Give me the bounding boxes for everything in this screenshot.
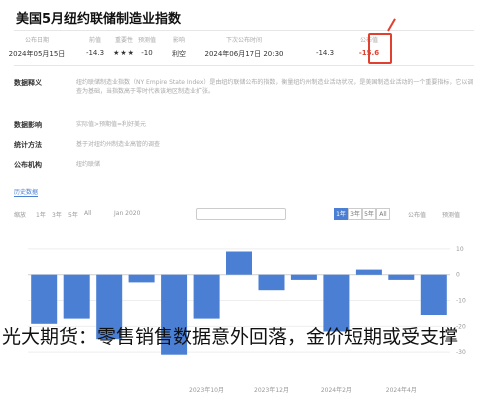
y-tick-label: 10 xyxy=(456,246,464,253)
x-tick-label: 2023年12月 xyxy=(254,386,289,394)
zoom-label: 缩放 xyxy=(14,212,27,219)
highlight-box xyxy=(368,33,392,64)
stat-impact: 影响 利空 xyxy=(172,37,186,58)
bar-2023年5月[interactable] xyxy=(31,274,58,324)
segment-1y[interactable]: 1年 xyxy=(334,208,348,220)
bar-2023年6月[interactable] xyxy=(63,274,90,319)
tab-history[interactable]: 历史数据 xyxy=(14,187,39,197)
x-tick-label: 2024年2月 xyxy=(321,386,352,394)
stat-next-release: 下次公布时间 2024年06月17日 20:30 xyxy=(204,37,284,58)
chart-toolbar: 缩放 1年 3年 5年 All Jan 2020 1年 3年 5年 All 公布… xyxy=(14,206,476,224)
y-tick-label: 0 xyxy=(456,272,460,279)
zoom-3y[interactable]: 3年 xyxy=(52,210,62,219)
bar-2024年4月[interactable] xyxy=(388,274,415,280)
page-title: 美国5月纽约联储制造业指数 xyxy=(16,12,182,27)
date-from[interactable]: Jan 2020 xyxy=(114,210,140,217)
bar-2023年11月[interactable] xyxy=(226,251,252,275)
stats-bar: 公布日期 2024年05月15日 前值 -14.3 预测值 -10 公布值 -1… xyxy=(9,30,474,66)
bar-2023年8月[interactable] xyxy=(128,274,155,283)
x-tick-label: 2024年4月 xyxy=(386,386,417,394)
legend-forecast[interactable]: 预测值 xyxy=(442,210,460,219)
bar-2024年3月[interactable] xyxy=(355,269,382,275)
segment-3y[interactable]: 3年 xyxy=(348,208,362,220)
segment-5y[interactable]: 5年 xyxy=(362,208,376,220)
stat-importance: 重要性 ★★★ xyxy=(104,35,144,57)
x-tick-label: 2023年10月 xyxy=(189,386,224,394)
bar-2024年1月[interactable] xyxy=(290,274,317,280)
info-row: 数据影响 实际值>预期值=利好美元 xyxy=(14,121,147,129)
zoom-1y[interactable]: 1年 xyxy=(36,210,46,219)
y-tick-label: -10 xyxy=(456,298,466,305)
info-row: 统计方法 基于对纽约州制造业高管的调查 xyxy=(14,141,161,149)
range-slider[interactable] xyxy=(196,208,286,220)
bar-2023年12月[interactable] xyxy=(258,274,285,291)
star-rating: ★★★ xyxy=(113,49,135,57)
segment-all[interactable]: All xyxy=(376,208,390,220)
bar-2023年10月[interactable] xyxy=(193,274,220,319)
info-row: 数据释义 纽约联储制造业指数（NY Empire State Index）是由纽… xyxy=(14,79,474,95)
stat-publish-date: 公布日期 2024年05月15日 xyxy=(8,37,66,58)
info-section: 数据释义 纽约联储制造业指数（NY Empire State Index）是由纽… xyxy=(14,74,474,176)
zoom-all[interactable]: All xyxy=(84,210,91,217)
legend-actual[interactable]: 公布值 xyxy=(408,210,426,219)
bar-chart: 100-10-20-30 2023年10月 2023年12月 2024年2月 2024… xyxy=(28,246,466,394)
chart-x-ticks: 2023年10月 2023年12月 2024年2月 2024年4月 xyxy=(189,386,417,394)
zoom-5y[interactable]: 5年 xyxy=(68,210,78,219)
info-row: 公布机构 纽约联储 xyxy=(14,161,101,169)
bar-2024年5月[interactable] xyxy=(420,274,447,315)
stat-previous-2: -14.3 xyxy=(315,49,335,57)
article-headline: 光大期货：零售销售数据意外回落，金价短期或受支撑 xyxy=(2,326,459,348)
